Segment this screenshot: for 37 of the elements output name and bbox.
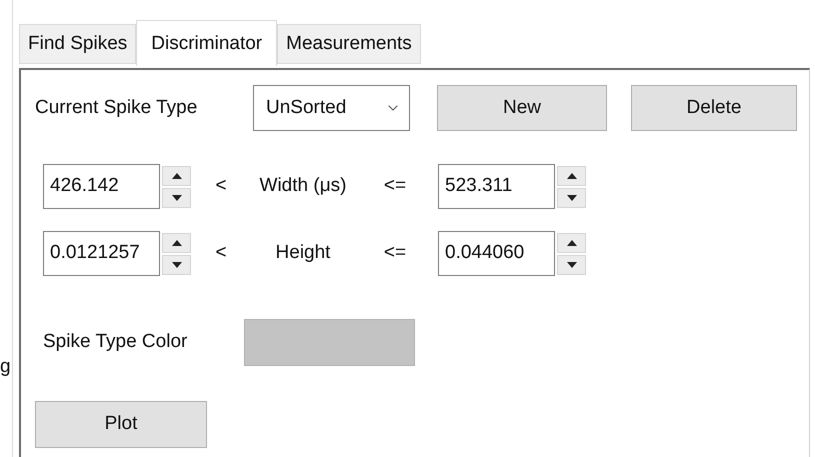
max-field[interactable]: 0.044060 — [438, 231, 555, 276]
filter-label: Width (μs) — [258, 174, 348, 198]
filter-label: Height — [274, 241, 332, 266]
min-field[interactable]: 426.142 — [43, 164, 160, 209]
down-triangle-icon — [172, 194, 182, 200]
spin-up-button[interactable] — [162, 232, 191, 252]
min-field[interactable]: 0.0121257 — [43, 231, 160, 276]
spike-type-label: Current Spike Type — [35, 96, 198, 120]
tab[interactable]: Find Spikes — [19, 24, 136, 64]
spin-up-button[interactable] — [557, 166, 586, 186]
cut-label: g — [0, 356, 12, 378]
down-triangle-icon — [566, 262, 576, 268]
new-button[interactable]: New — [437, 85, 607, 131]
spike-type-dropdown[interactable]: UnSorted — [253, 85, 410, 131]
less-equal-label: <= — [382, 241, 408, 266]
max-field[interactable]: 523.311 — [438, 164, 555, 209]
spin-up-button[interactable] — [162, 166, 191, 186]
up-triangle-icon — [566, 240, 576, 246]
plot-button[interactable]: Plot — [35, 401, 207, 448]
spin-up-button[interactable] — [557, 232, 586, 252]
up-triangle-icon — [172, 172, 182, 178]
up-triangle-icon — [172, 240, 182, 246]
tab[interactable]: Measurements — [277, 24, 421, 64]
less-equal-label: <= — [382, 174, 408, 198]
spin-down-button[interactable] — [162, 188, 191, 208]
spin-down-button[interactable] — [162, 254, 191, 274]
down-triangle-icon — [566, 194, 576, 200]
spin-down-button[interactable] — [557, 188, 586, 208]
up-triangle-icon — [566, 172, 576, 178]
delete-button[interactable]: Delete — [631, 85, 797, 131]
color-swatch-button[interactable] — [244, 319, 415, 366]
spin-down-button[interactable] — [557, 254, 586, 274]
down-triangle-icon — [172, 262, 182, 268]
tab[interactable]: Discriminator — [136, 20, 278, 66]
spike-color-label: Spike Type Color — [43, 330, 188, 354]
less-than-label: < — [214, 241, 228, 266]
less-than-label: < — [214, 174, 228, 198]
